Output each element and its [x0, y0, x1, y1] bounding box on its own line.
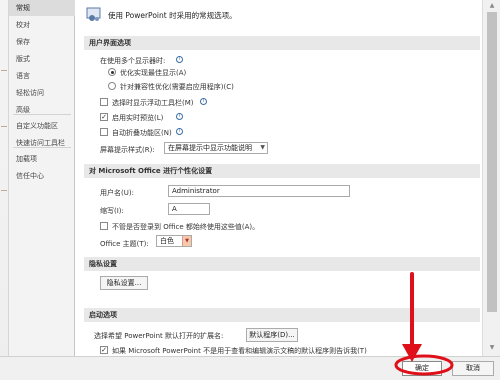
radio-best-appearance-label: 优化实现最佳显示(A): [120, 69, 187, 77]
radio-best-appearance[interactable]: [108, 68, 116, 76]
sidebar-item-addins[interactable]: 加载项: [9, 151, 75, 167]
sidebar-item-general[interactable]: 常规: [9, 0, 75, 16]
sidebar-item-layout[interactable]: 版式: [9, 51, 75, 67]
tip-style-dropdown[interactable]: 在屏幕提示中显示功能说明 ▼: [164, 142, 268, 154]
sidebar-item-save[interactable]: 保存: [9, 34, 75, 50]
sidebar-item-proofing[interactable]: 校对: [9, 17, 75, 33]
default-extension-label: 选择希望 PowerPoint 默认打开的扩展名:: [94, 332, 224, 340]
checkbox-not-default-program[interactable]: ✓: [100, 346, 108, 354]
info-icon: i: [176, 56, 183, 63]
multi-display-label: 在使用多个显示器时:: [100, 57, 166, 65]
username-label: 用户名(U):: [100, 189, 134, 197]
scroll-thumb[interactable]: [487, 12, 497, 312]
checkbox-always-use-values-label: 不管是否登录到 Office 都始终使用这些值(A)。: [112, 223, 260, 231]
scroll-up-icon[interactable]: ▲: [487, 2, 497, 10]
chevron-down-icon: ▼: [260, 144, 265, 151]
default-programs-button[interactable]: 默认程序(D)...: [246, 328, 298, 342]
checkbox-mini-toolbar[interactable]: [100, 98, 108, 106]
checkbox-collapse-ribbon-label: 自动折叠功能区(N): [112, 129, 172, 137]
sidebar-item-customize-ribbon[interactable]: 自定义功能区: [9, 118, 75, 134]
sidebar-divider: [13, 114, 71, 115]
username-input[interactable]: Administrator: [168, 185, 350, 197]
checkbox-live-preview-label: 启用实时预览(L): [112, 114, 164, 122]
background-window-strip: [0, 0, 9, 380]
scroll-down-icon[interactable]: ▼: [487, 344, 497, 352]
checkbox-not-default-program-label: 如果 Microsoft PowerPoint 不是用于查看和编辑演示文稿的默认…: [112, 347, 367, 355]
options-sidebar: 常规 校对 保存 版式 语言 轻松访问 高级 自定义功能区 快速访问工具栏 加载…: [9, 0, 75, 380]
strip-mark: [1, 190, 7, 191]
section-privacy: 隐私设置: [84, 257, 480, 271]
sidebar-item-trust-center[interactable]: 信任中心: [9, 168, 75, 184]
checkbox-collapse-ribbon[interactable]: [100, 128, 108, 136]
sidebar-item-accessibility[interactable]: 轻松访问: [9, 85, 75, 101]
info-icon: i: [176, 128, 183, 135]
strip-mark: [1, 126, 7, 127]
privacy-settings-button[interactable]: 隐私设置...: [100, 276, 148, 290]
radio-compatibility[interactable]: [108, 82, 116, 90]
strip-mark: [1, 70, 7, 71]
sidebar-item-language[interactable]: 语言: [9, 68, 75, 84]
sidebar-item-quick-access-toolbar[interactable]: 快速访问工具栏: [9, 135, 75, 151]
chevron-down-icon: ▼: [182, 236, 191, 246]
sidebar-item-advanced[interactable]: 高级: [9, 102, 75, 118]
radio-compatibility-label: 针对兼容性优化(需要启应用程序)(C): [120, 83, 234, 91]
office-theme-label: Office 主题(T):: [100, 240, 149, 248]
vertical-scrollbar[interactable]: ▲ ▼: [482, 0, 500, 356]
general-options-header: 使用 PowerPoint 时采用的常规选项。: [108, 11, 237, 20]
section-ui-options: 用户界面选项: [84, 36, 480, 50]
section-personalize: 对 Microsoft Office 进行个性化设置: [84, 164, 480, 178]
checkbox-mini-toolbar-label: 选择时显示浮动工具栏(M): [112, 99, 194, 107]
info-icon: i: [200, 98, 207, 105]
tip-style-value: 在屏幕提示中显示功能说明: [168, 144, 252, 152]
initials-label: 缩写(I):: [100, 207, 124, 215]
checkbox-always-use-values[interactable]: [100, 222, 108, 230]
info-icon: i: [176, 113, 183, 120]
general-options-icon: [86, 6, 102, 22]
office-theme-dropdown[interactable]: 白色 ▼: [156, 235, 192, 247]
sidebar-divider: [13, 147, 71, 148]
initials-input[interactable]: A: [168, 203, 210, 215]
checkbox-live-preview[interactable]: ✓: [100, 113, 108, 121]
tip-style-label: 屏幕提示样式(R):: [100, 146, 155, 154]
annotation-arrow-icon: [394, 272, 454, 376]
office-theme-value: 白色: [160, 237, 174, 245]
